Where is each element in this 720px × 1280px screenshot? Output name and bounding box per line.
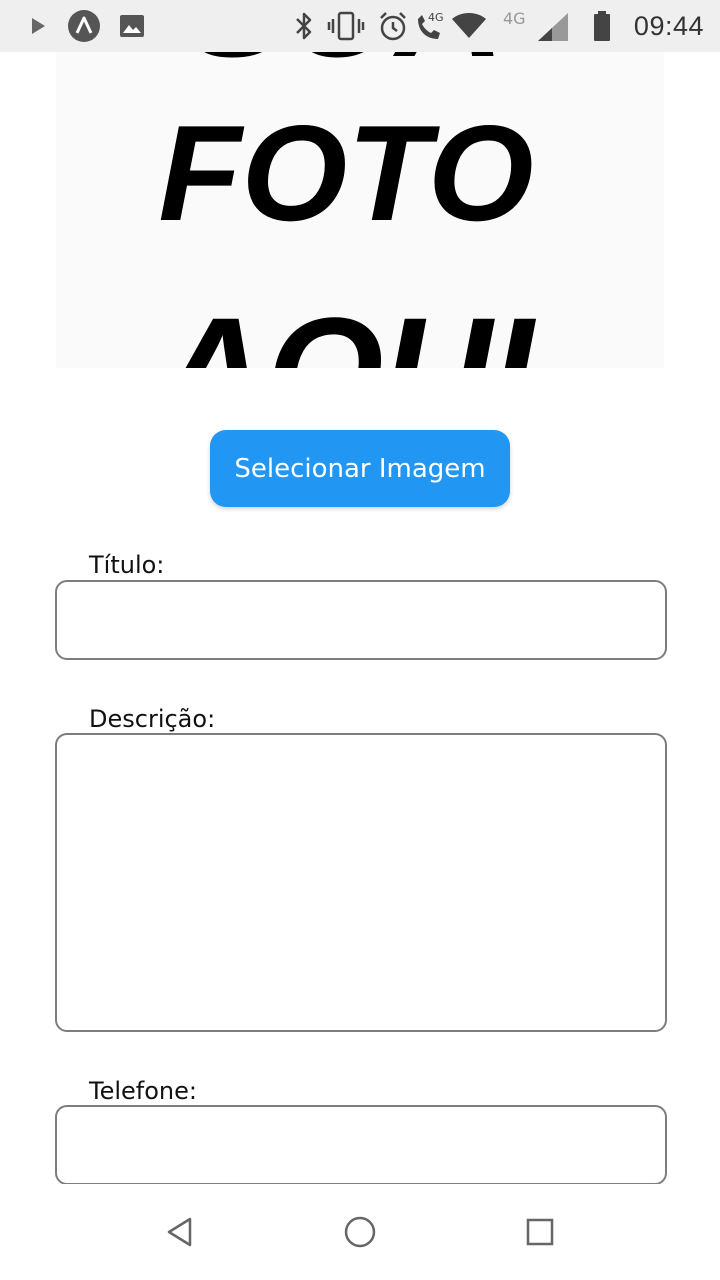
photo-text-bottom: AQUI (155, 286, 537, 368)
back-icon[interactable] (154, 1206, 206, 1258)
select-image-button[interactable]: Selecionar Imagem (210, 430, 510, 507)
status-time: 09:44 (633, 11, 704, 41)
telefone-label: Telefone: (89, 1077, 197, 1105)
play-store-icon (22, 8, 54, 44)
navigation-bar (0, 1184, 720, 1280)
home-icon[interactable] (334, 1206, 386, 1258)
bluetooth-icon (290, 8, 318, 44)
recents-icon[interactable] (514, 1206, 566, 1258)
status-bar: 4G 4G 09:44 (0, 0, 720, 52)
wifi-icon (450, 8, 488, 44)
descricao-textarea[interactable] (55, 733, 667, 1032)
battery-icon (590, 8, 614, 44)
photo-placeholder: SUA FOTO AQUI (56, 52, 664, 368)
wifi-calling-icon: 4G (414, 8, 450, 44)
photo-text-top: SUA (188, 52, 505, 88)
signal-icon: 4G (500, 8, 572, 44)
titulo-input[interactable] (55, 580, 667, 660)
image-icon (116, 8, 148, 44)
photo-text-middle: FOTO (158, 97, 533, 249)
telefone-input[interactable] (55, 1105, 667, 1185)
svg-text:4G: 4G (428, 11, 444, 24)
descricao-label: Descrição: (89, 705, 216, 733)
svg-text:4G: 4G (503, 9, 526, 28)
titulo-label: Título: (89, 551, 165, 579)
alarm-icon (376, 8, 410, 44)
vibrate-icon (326, 8, 366, 44)
app-icon (66, 8, 102, 44)
